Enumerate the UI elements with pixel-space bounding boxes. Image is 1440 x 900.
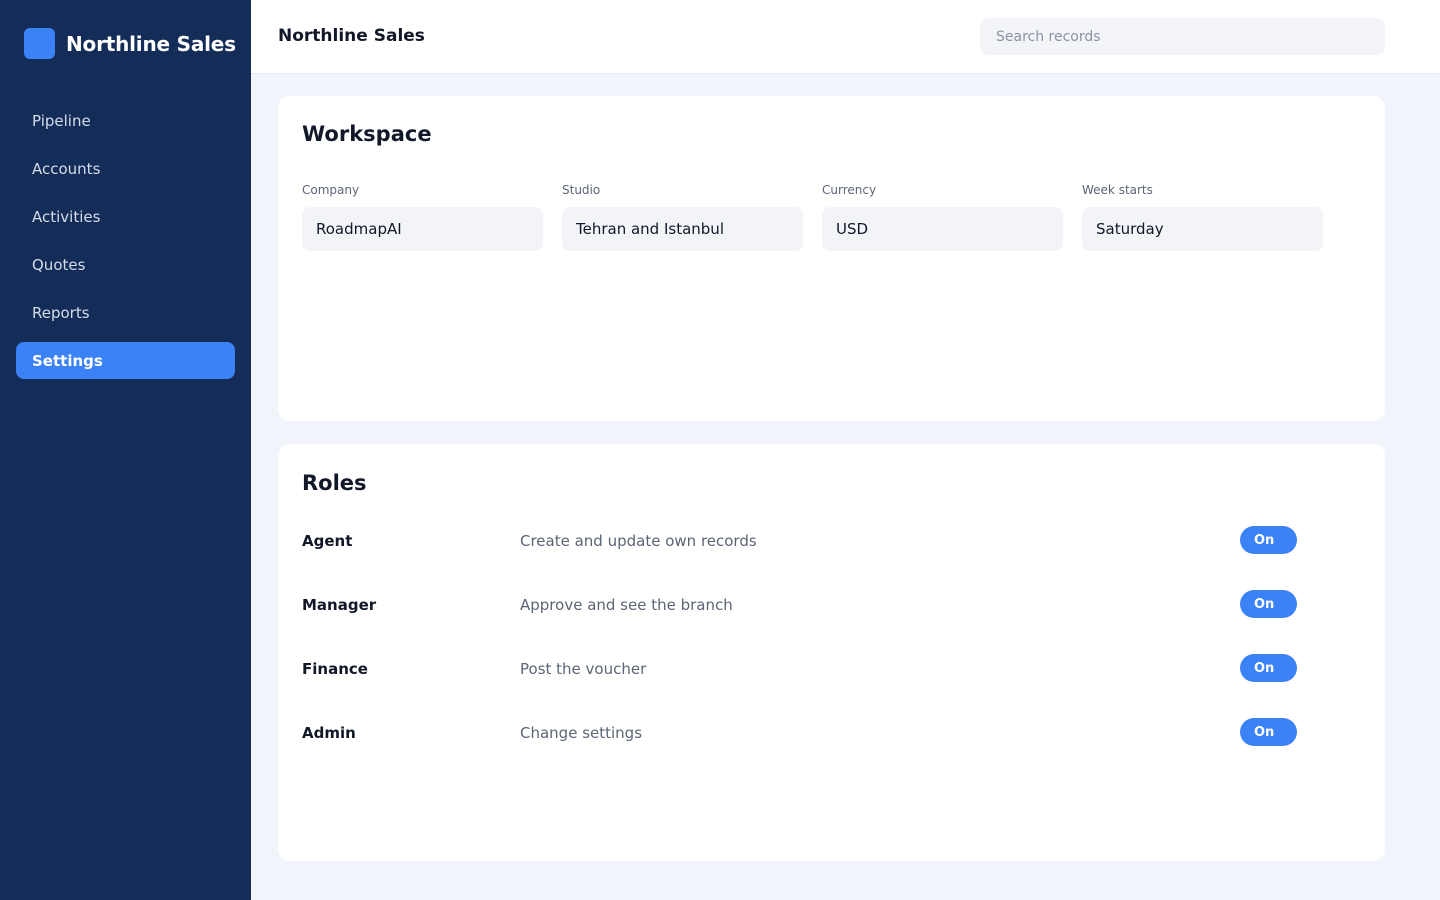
role-name: Admin [302,724,356,742]
week-starts-input[interactable] [1082,207,1323,251]
sidebar-item-activities[interactable]: Activities [16,198,235,235]
studio-input[interactable] [562,207,803,251]
role-name: Manager [302,596,377,614]
roles-title: Roles [302,471,367,495]
manager-toggle[interactable]: On [1240,590,1297,618]
sidebar-item-accounts[interactable]: Accounts [16,150,235,187]
role-description: Approve and see the branch [520,596,733,614]
sidebar-item-settings[interactable]: Settings [16,342,235,379]
role-row-manager: Manager Approve and see the branch On [302,590,1361,620]
finance-toggle[interactable]: On [1240,654,1297,682]
company-input[interactable] [302,207,543,251]
search-input[interactable] [980,18,1385,55]
company-field: Company [302,183,543,251]
sidebar-item-reports[interactable]: Reports [16,294,235,331]
week-starts-label: Week starts [1082,183,1153,197]
sidebar: Northline Sales Pipeline Accounts Activi… [0,0,251,900]
company-label: Company [302,183,360,197]
studio-field: Studio [562,183,803,251]
sidebar-item-pipeline[interactable]: Pipeline [16,102,235,139]
workspace-card: Workspace Company Studio Currency Week s… [278,96,1385,421]
roles-card: Roles Agent Create and update own record… [278,444,1385,861]
currency-label: Currency [822,183,877,197]
brand: Northline Sales [24,28,236,59]
top-bar: Northline Sales [251,0,1440,74]
brand-name: Northline Sales [66,31,236,56]
workspace-title: Workspace [302,122,432,146]
role-description: Post the voucher [520,660,647,678]
week-starts-field: Week starts [1082,183,1323,251]
brand-logo-icon [24,28,55,59]
role-name: Agent [302,532,353,550]
role-row-finance: Finance Post the voucher On [302,654,1361,684]
sidebar-nav: Pipeline Accounts Activities Quotes Repo… [16,102,235,390]
role-name: Finance [302,660,368,678]
role-row-admin: Admin Change settings On [302,718,1361,748]
studio-label: Studio [562,183,601,197]
admin-toggle[interactable]: On [1240,718,1297,746]
role-row-agent: Agent Create and update own records On [302,526,1361,556]
agent-toggle[interactable]: On [1240,526,1297,554]
role-description: Change settings [520,724,643,742]
currency-field: Currency [822,183,1063,251]
sidebar-item-quotes[interactable]: Quotes [16,246,235,283]
page-title: Northline Sales [278,26,425,46]
currency-input[interactable] [822,207,1063,251]
role-description: Create and update own records [520,532,757,550]
